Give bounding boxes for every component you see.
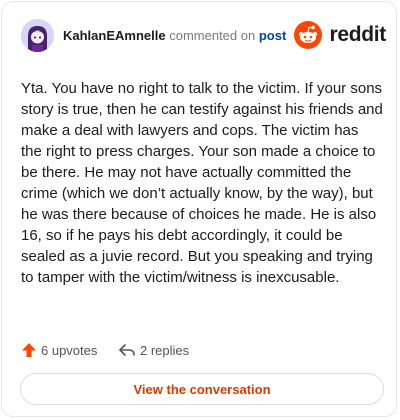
comment-card: KahlanEAmnelle commented on post reddit <box>1 1 397 417</box>
avatar-icon[interactable] <box>21 19 54 52</box>
comment-header: KahlanEAmnelle commented on post reddit <box>21 19 386 53</box>
reddit-brand[interactable]: reddit <box>286 21 386 49</box>
username-link[interactable]: KahlanEAmnelle <box>63 28 166 43</box>
view-conversation-button[interactable]: View the conversation <box>20 373 384 405</box>
comment-body: Yta. You have no right to talk to the vi… <box>21 80 383 286</box>
reddit-wordmark: reddit <box>329 23 386 46</box>
upvote-arrow-icon <box>21 342 37 358</box>
reddit-logo-icon <box>294 21 322 49</box>
comment-meta: KahlanEAmnelle commented on post <box>63 28 286 44</box>
comment-actions: 6 upvotes 2 replies <box>21 340 381 360</box>
upvote-button[interactable]: 6 upvotes <box>21 340 97 360</box>
reply-arrow-icon <box>118 342 136 358</box>
commented-on-text: commented on <box>169 28 256 43</box>
replies-count: 2 replies <box>140 342 190 358</box>
upvotes-count: 6 upvotes <box>41 342 98 358</box>
replies-button[interactable]: 2 replies <box>118 340 189 360</box>
post-link[interactable]: post <box>259 28 286 43</box>
